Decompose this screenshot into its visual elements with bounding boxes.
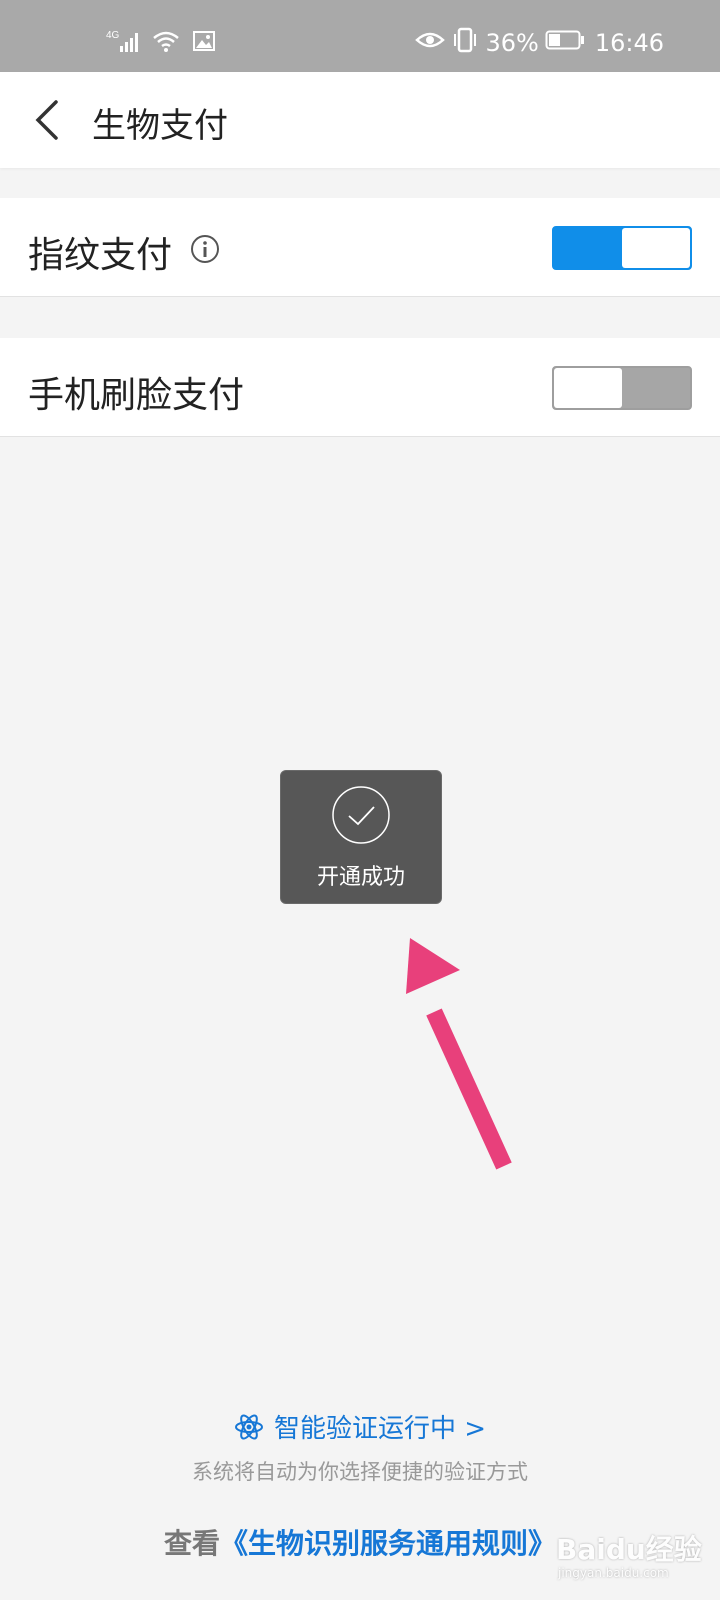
verify-hint: 系统将自动为你选择便捷的验证方式	[192, 1460, 528, 1484]
app-header: 生物支付	[0, 72, 720, 168]
watermark-brand: Baidu经验	[556, 1533, 702, 1566]
image-notification-icon	[192, 29, 216, 57]
eye-icon	[415, 29, 446, 57]
watermark-url: jingyan.baidu.com	[558, 1566, 669, 1580]
svg-text:4G: 4G	[106, 30, 120, 41]
success-toast: 开通成功	[280, 770, 442, 904]
baidu-watermark: Baidu经验 jingyan.baidu.com	[556, 1520, 706, 1586]
battery-percent: 36%	[485, 29, 539, 57]
smart-verify-text: 智能验证运行中 >	[273, 1414, 487, 1444]
page-title: 生物支付	[92, 106, 228, 146]
chevron-left-icon	[35, 100, 58, 140]
face-pay-toggle[interactable]	[552, 366, 692, 410]
back-button[interactable]	[20, 92, 76, 148]
clock: 16:46	[594, 29, 664, 57]
rules-prefix: 查看	[163, 1527, 220, 1560]
wifi-icon	[152, 28, 182, 58]
status-bar-left: 4G	[106, 28, 216, 58]
rules-link[interactable]: 《生物识别服务通用规则》	[220, 1527, 556, 1560]
info-icon[interactable]	[190, 234, 220, 264]
setting-row-face: 手机刷脸支付	[0, 338, 720, 437]
toast-message: 开通成功	[316, 865, 405, 890]
smart-verify-link[interactable]: 智能验证运行中 >	[0, 1408, 720, 1445]
toggle-knob	[622, 228, 690, 268]
vibrate-icon	[451, 27, 479, 59]
atom-icon	[234, 1413, 263, 1440]
fingerprint-label: 指纹支付	[28, 235, 173, 276]
face-pay-label: 手机刷脸支付	[28, 375, 245, 416]
fingerprint-toggle[interactable]	[552, 226, 692, 270]
status-bar-right: 36% 16:46	[415, 26, 664, 60]
setting-row-fingerprint: 指纹支付	[0, 198, 720, 297]
battery-icon	[545, 29, 585, 57]
status-bar: 4G 36% 16:46	[0, 0, 720, 72]
signal-icon: 4G	[106, 28, 142, 58]
checkmark-circle-icon	[331, 785, 391, 845]
toggle-knob	[554, 368, 622, 408]
